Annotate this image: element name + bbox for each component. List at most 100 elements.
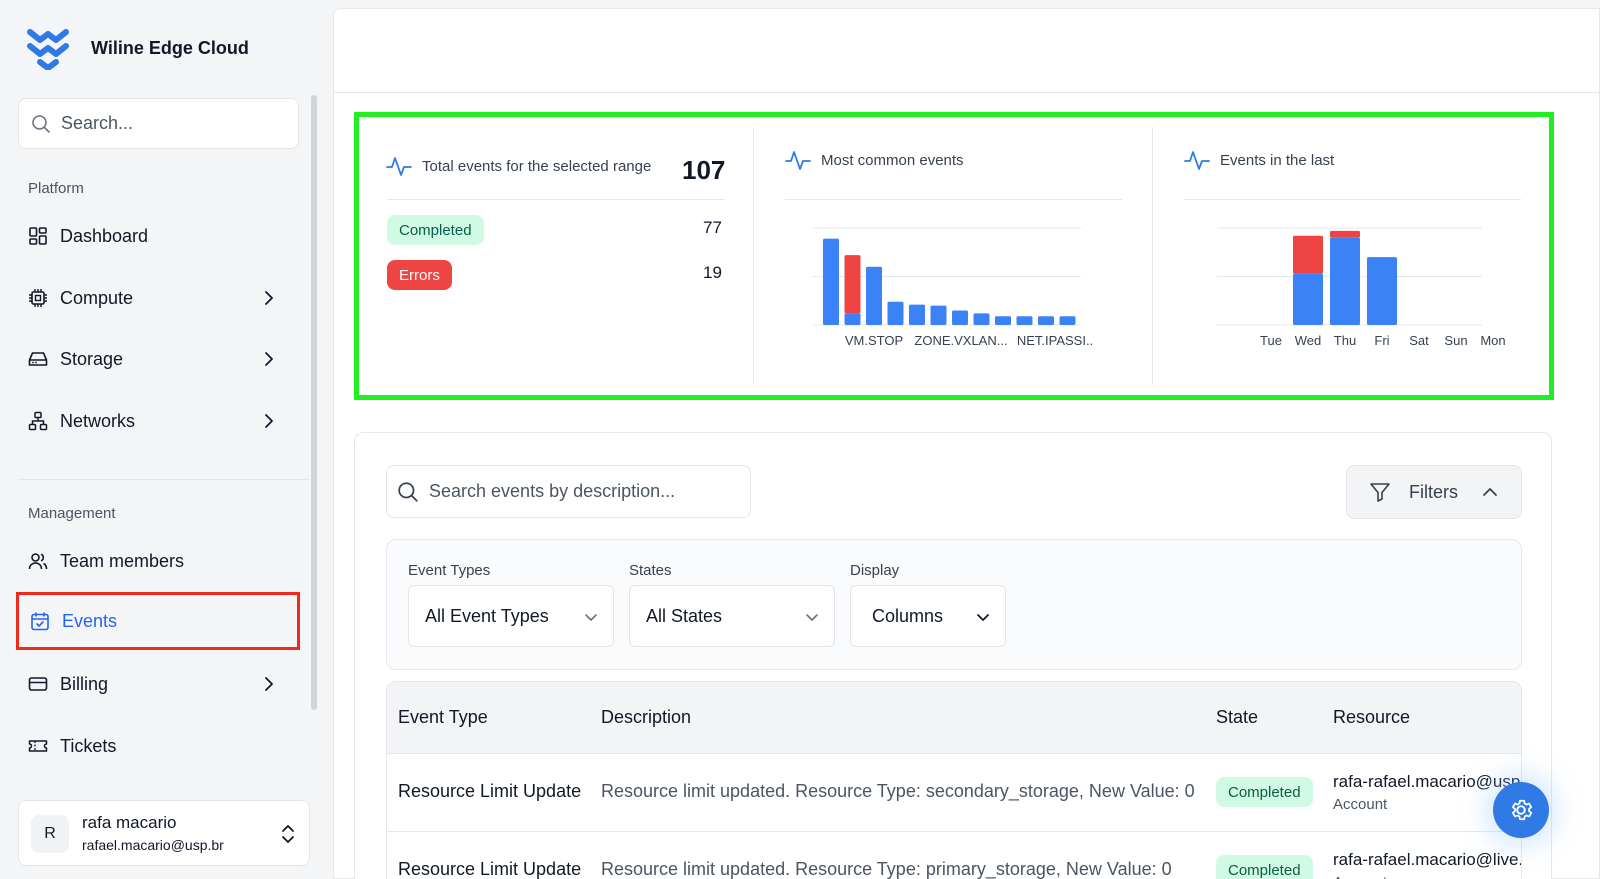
activity-icon: [785, 151, 811, 170]
table-header: Event Type Description State Resource: [387, 682, 1521, 754]
sidebar-item-label: Tickets: [60, 735, 117, 756]
dashboard-icon: [29, 227, 47, 245]
column-header-description[interactable]: Description: [601, 707, 691, 728]
sidebar-item-label: Dashboard: [60, 225, 149, 246]
bar-completed: [1038, 316, 1054, 325]
chevron-down-icon: [806, 614, 818, 621]
main-panel: Total events for the selected range 107 …: [333, 8, 1600, 879]
brand-logo[interactable]: [26, 26, 70, 70]
events-table-card: Filters Event Types All Event Types Stat…: [354, 432, 1552, 879]
state-badge: Completed: [1216, 855, 1313, 879]
bar-error: [1330, 230, 1360, 238]
state-badge: Completed: [1216, 777, 1313, 807]
user-menu[interactable]: R rafa macario rafael.macario@usp.br: [18, 800, 310, 866]
card-divider-line: [785, 199, 1122, 200]
bar-completed: [887, 301, 904, 325]
bar-error: [844, 255, 861, 314]
user-email: rafael.macario@usp.br: [82, 837, 224, 853]
display-columns-select[interactable]: Columns: [850, 585, 1006, 647]
sidebar: Wiline Edge Cloud Platform Dashboard Com…: [0, 0, 318, 879]
states-label: States: [629, 562, 672, 579]
sidebar-item-label: Networks: [60, 410, 136, 431]
sidebar-search-input[interactable]: [61, 113, 281, 134]
network-icon: [28, 411, 48, 431]
total-events-count: 107: [682, 155, 726, 185]
card-separator: [753, 127, 754, 385]
user-name: rafa macario: [82, 813, 177, 832]
event-type-cell: Resource Limit Update: [398, 859, 582, 879]
filters-button[interactable]: Filters: [1346, 465, 1522, 519]
x-axis-tick-label: Thu: [1334, 333, 1356, 348]
sidebar-item-tickets[interactable]: Tickets: [18, 724, 299, 768]
header-divider: [334, 92, 1599, 93]
x-axis-tick-label: NET.IPASSI..: [1017, 333, 1093, 348]
events-week-chart: Tue Wed Thu Fri Sat Sun Mon: [1217, 227, 1506, 348]
bar-completed: [909, 304, 925, 325]
errors-count: 19: [703, 263, 722, 282]
sidebar-item-billing[interactable]: Billing: [18, 662, 299, 706]
event-stats-panel: Total events for the selected range 107 …: [354, 112, 1554, 400]
bar-completed: [995, 316, 1011, 325]
events-table: Event Type Description State Resource Re…: [386, 681, 1522, 879]
filters-label: Filters: [1409, 481, 1458, 502]
bar-completed: [952, 310, 968, 325]
bar-completed: [1367, 257, 1397, 325]
event-types-select[interactable]: All Event Types: [408, 585, 614, 647]
resource-name[interactable]: rafa-rafael.macario@usp.br: [1333, 772, 1521, 792]
sidebar-scrollbar[interactable]: [311, 95, 317, 710]
sidebar-item-events[interactable]: Events: [16, 592, 300, 650]
states-select[interactable]: All States: [629, 585, 835, 647]
app-title: Wiline Edge Cloud: [91, 38, 249, 58]
total-events-header: Total events for the selected range: [386, 153, 651, 179]
card-divider-line: [387, 199, 725, 200]
column-header-resource[interactable]: Resource: [1333, 707, 1410, 728]
sidebar-item-networks[interactable]: Networks: [18, 399, 299, 443]
errors-badge: Errors: [387, 260, 452, 290]
settings-fab-button[interactable]: [1493, 782, 1549, 838]
events-search[interactable]: [386, 465, 751, 518]
bar-completed: [973, 313, 990, 325]
event-types-value: All Event Types: [425, 605, 549, 626]
credit-card-icon: [28, 677, 48, 691]
management-section-label: Management: [28, 505, 116, 522]
table-row[interactable]: Resource Limit Update Resource limit upd…: [387, 832, 1521, 879]
activity-icon: [1184, 151, 1210, 170]
states-value: All States: [646, 605, 723, 626]
sidebar-item-label: Storage: [60, 348, 124, 369]
sidebar-item-label: Team members: [60, 550, 185, 571]
bar-error: [1293, 235, 1323, 274]
x-axis-tick-label: Tue: [1260, 333, 1282, 348]
filter-icon: [1370, 483, 1390, 502]
display-label: Display: [850, 562, 900, 579]
resource-name[interactable]: rafa-rafael.macario@live.com: [1333, 850, 1521, 870]
users-icon: [28, 553, 48, 570]
bar-completed: [930, 305, 947, 325]
sidebar-item-dashboard[interactable]: Dashboard: [18, 214, 299, 258]
activity-icon: [386, 157, 412, 176]
x-axis-tick-label: Fri: [1374, 333, 1389, 348]
bar-completed: [844, 313, 861, 325]
sidebar-search[interactable]: [18, 98, 299, 149]
bar-completed: [823, 238, 839, 325]
column-header-event-type[interactable]: Event Type: [398, 707, 488, 728]
sidebar-item-compute[interactable]: Compute: [18, 276, 299, 320]
resource-type: Account: [1333, 874, 1387, 879]
sidebar-item-label: Compute: [60, 287, 134, 308]
description-cell: Resource limit updated. Resource Type: s…: [601, 781, 1195, 801]
events-search-input[interactable]: [429, 481, 749, 502]
column-header-state[interactable]: State: [1216, 707, 1258, 728]
ticket-icon: [28, 740, 48, 752]
search-icon: [398, 481, 418, 502]
bar-completed: [1016, 316, 1033, 325]
x-axis-tick-label: Sun: [1444, 333, 1467, 348]
sidebar-item-storage[interactable]: Storage: [18, 337, 299, 381]
chevron-up-icon: [1483, 488, 1497, 496]
table-row[interactable]: Resource Limit Update Resource limit upd…: [387, 754, 1521, 832]
x-axis-tick-label: Wed: [1295, 333, 1322, 348]
wiline-logo-icon: [27, 29, 69, 70]
chevron-right-icon: [265, 677, 273, 691]
sidebar-item-team-members[interactable]: Team members: [18, 539, 299, 583]
card-separator: [1152, 127, 1153, 385]
cpu-icon: [29, 289, 47, 307]
calendar-check-icon: [31, 612, 49, 631]
